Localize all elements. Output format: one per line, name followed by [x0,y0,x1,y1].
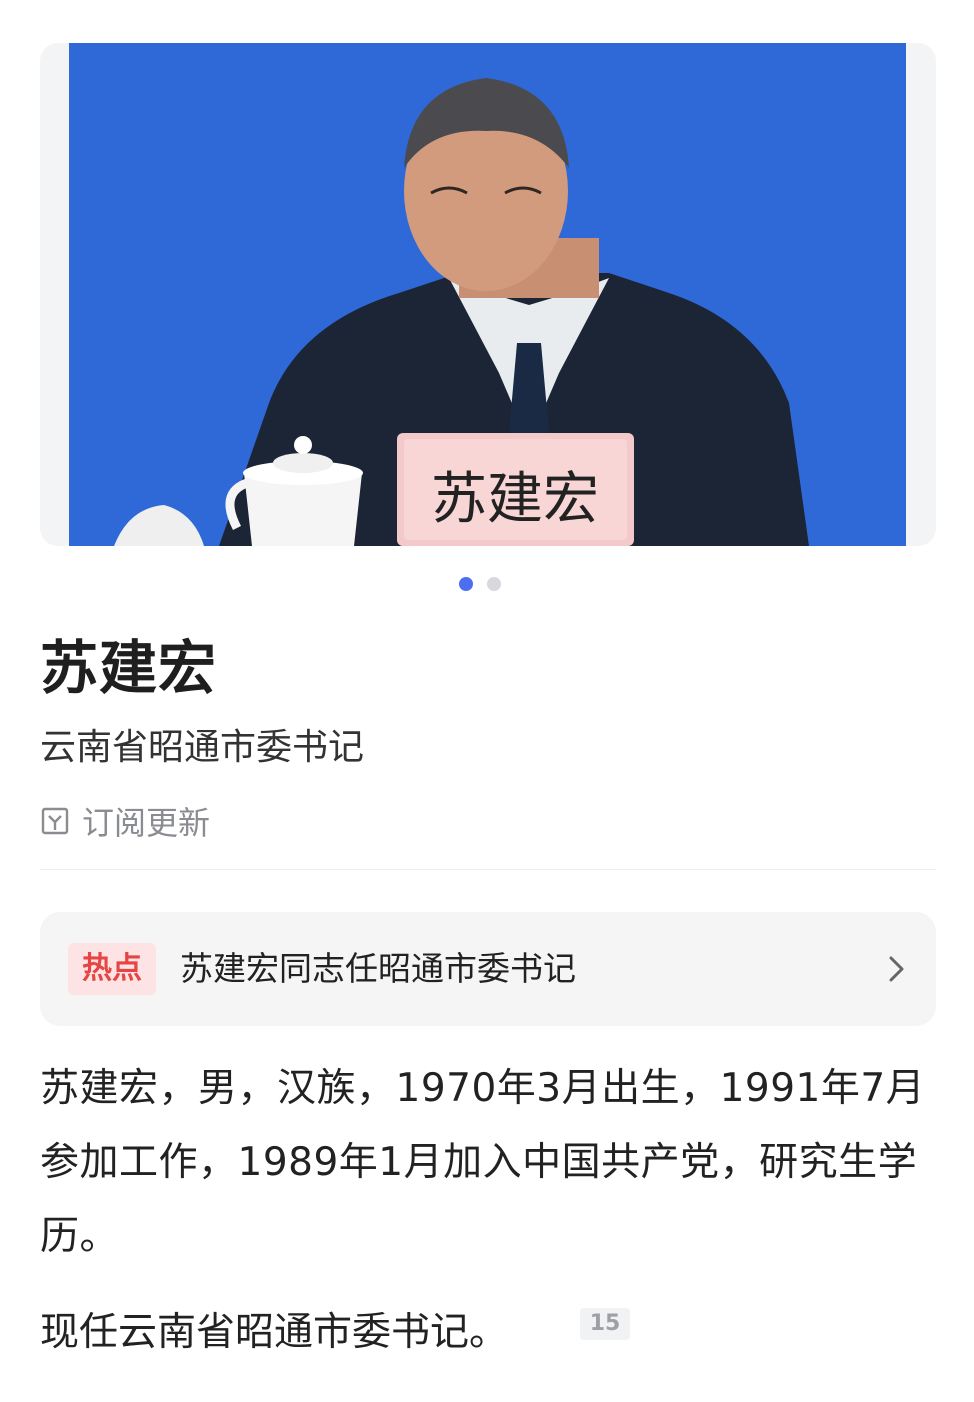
person-name: 苏建宏 [40,634,218,702]
divider [40,869,936,870]
subscribe-label: 订阅更新 [82,804,211,842]
pager-dot[interactable] [487,577,501,591]
person-title: 云南省昭通市委书记 [40,727,365,768]
chevron-right-icon [889,956,904,982]
hot-headline: 苏建宏同志任昭通市委书记 [180,949,576,988]
hot-news-card[interactable]: 热点 苏建宏同志任昭通市委书记 [40,912,936,1026]
subscribe-button[interactable]: 订阅更新 [40,797,210,845]
hot-badge: 热点 [68,943,156,995]
pager-dot-active[interactable] [459,577,473,591]
photo-carousel[interactable]: 苏建宏 [40,43,936,546]
nameplate-text: 苏建宏 [431,467,599,532]
photo-illustration: 苏建宏 [69,43,906,546]
bio-paragraph: 苏建宏，男，汉族，1970年3月出生，1991年7月参加工作，1989年1月加入… [40,1066,926,1259]
reference-badge[interactable]: 15 [580,1308,630,1340]
profile-photo: 苏建宏 [69,43,906,546]
subscribe-icon [41,807,69,835]
current-post: 现任云南省昭通市委书记。 [40,1310,509,1355]
